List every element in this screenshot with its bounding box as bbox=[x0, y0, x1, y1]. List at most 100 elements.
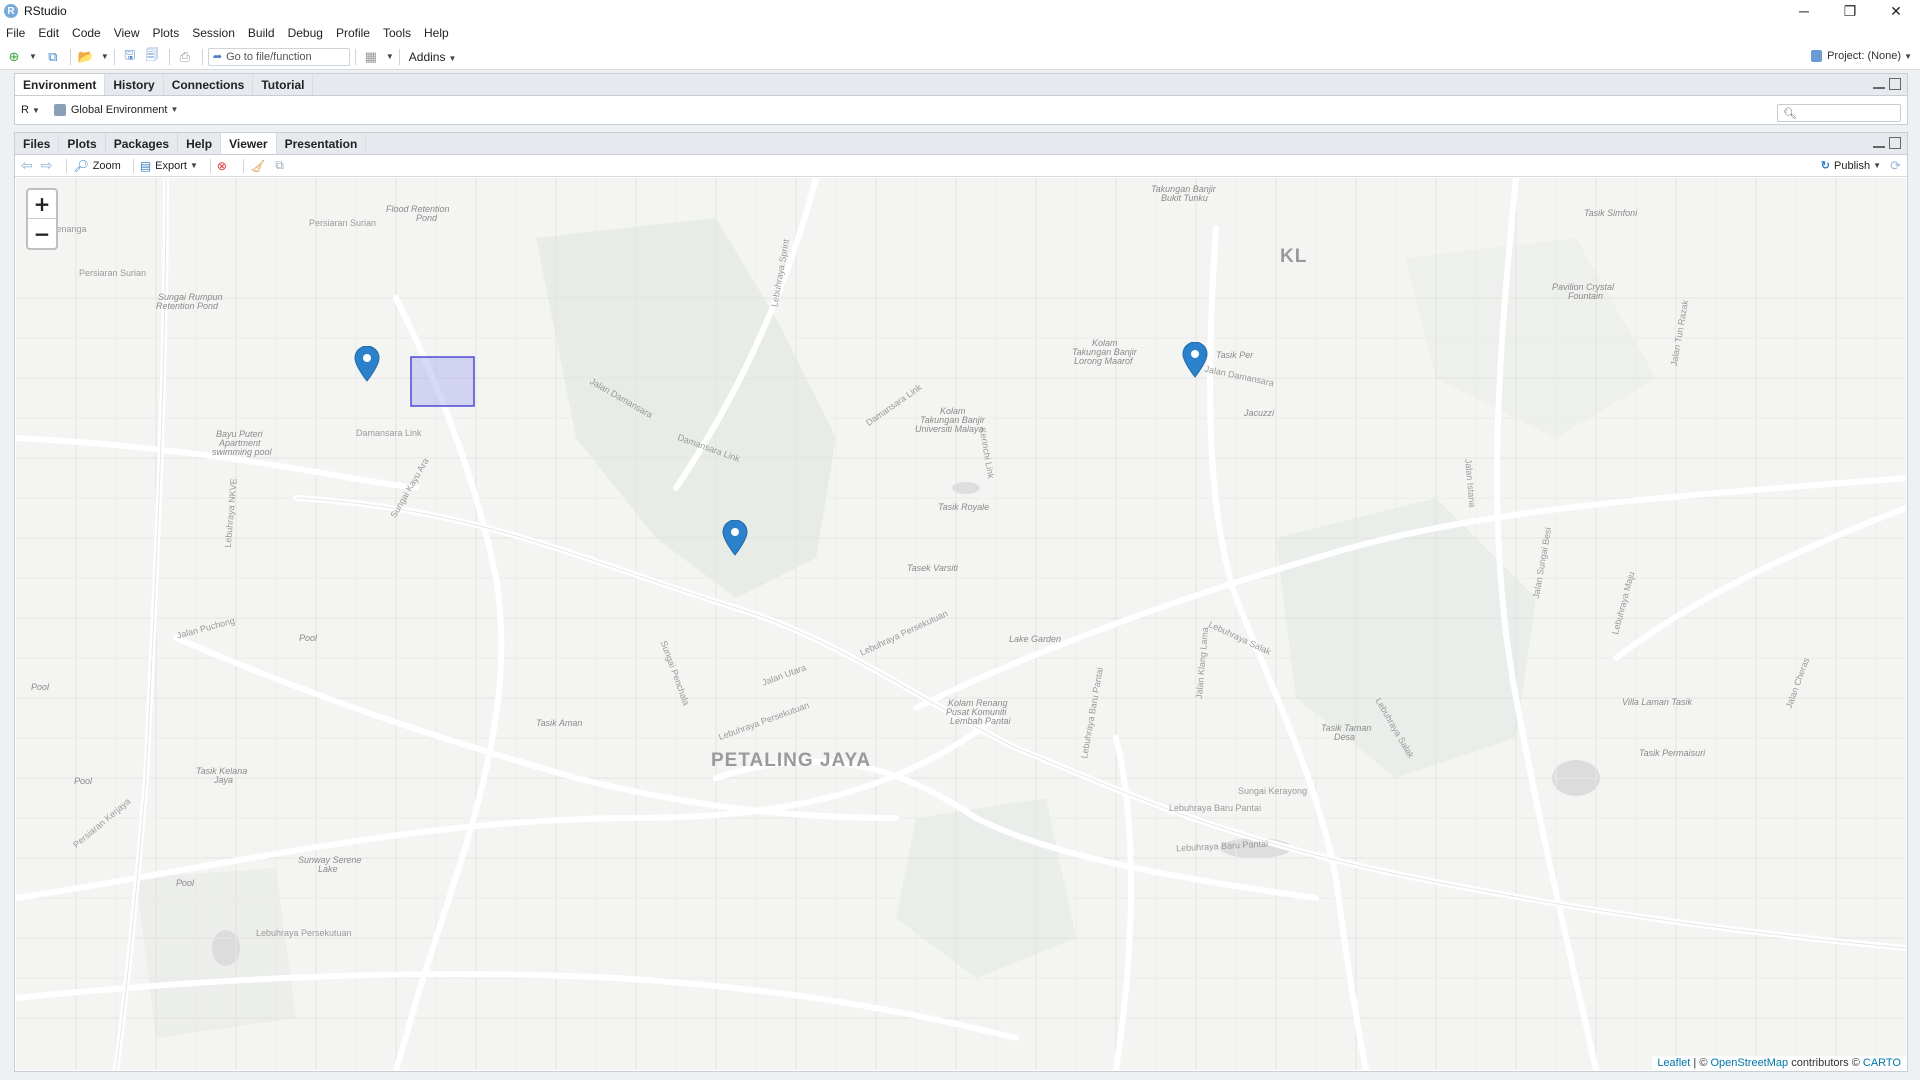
show-in-window-button[interactable]: ⧉ bbox=[275, 158, 288, 173]
map-label: swimming pool bbox=[212, 447, 272, 457]
save-icon[interactable]: 🖫 bbox=[120, 47, 140, 66]
new-file-dropdown-icon[interactable]: ▼ bbox=[29, 52, 37, 61]
tab-environment[interactable]: Environment bbox=[15, 74, 106, 95]
tab-presentation[interactable]: Presentation bbox=[277, 133, 367, 154]
pane-layout-icon[interactable]: ▦ bbox=[361, 48, 381, 66]
map-label: Tasik Aman bbox=[536, 718, 583, 728]
addins-caret-icon: ▼ bbox=[448, 53, 457, 63]
pane-layout-dropdown-icon[interactable]: ▼ bbox=[386, 52, 394, 61]
export-button[interactable]: ▤ Export ▼ bbox=[140, 159, 198, 173]
viewer-pane: Files Plots Packages Help Viewer Present… bbox=[14, 132, 1908, 1072]
open-file-dropdown-icon[interactable]: ▼ bbox=[101, 52, 109, 61]
carto-link[interactable]: CARTO bbox=[1863, 1057, 1901, 1069]
new-project-icon[interactable]: ⧉ bbox=[43, 48, 63, 66]
menu-profile[interactable]: Profile bbox=[336, 26, 370, 40]
back-arrow-icon[interactable]: ⇦ bbox=[21, 157, 33, 174]
map-label: Damansara Link bbox=[356, 428, 422, 438]
map-label: Persiaran Surian bbox=[79, 268, 147, 278]
save-all-icon[interactable]: 🗐 bbox=[142, 47, 162, 66]
new-file-icon[interactable]: ⊕ bbox=[4, 48, 24, 66]
tab-help[interactable]: Help bbox=[178, 133, 222, 154]
restore-button[interactable]: ❐ bbox=[1827, 0, 1873, 22]
toolbar-divider bbox=[113, 48, 115, 65]
map-label: KL bbox=[1280, 246, 1308, 267]
minimize-pane-icon[interactable] bbox=[1873, 143, 1885, 148]
toolbar-divider bbox=[354, 48, 356, 65]
remove-viewer-button[interactable]: ⊗ bbox=[217, 159, 231, 173]
project-menu[interactable]: Project: (None) ▼ bbox=[1811, 50, 1912, 62]
print-icon[interactable]: ⎙ bbox=[175, 48, 195, 66]
tab-connections[interactable]: Connections bbox=[164, 74, 254, 95]
publish-button[interactable]: ↻ Publish ▼ bbox=[1820, 159, 1881, 173]
menu-help[interactable]: Help bbox=[424, 26, 449, 40]
viewer-toolbar: ⇦ ⇨ 🔎︎ Zoom ▤ Export ▼ ⊗ 🧹︎ ⧉ ↻ Publish ▼ ⟳ bbox=[15, 155, 1907, 177]
leaflet-link[interactable]: Leaflet bbox=[1657, 1057, 1690, 1069]
close-button[interactable]: ✕ bbox=[1873, 0, 1919, 22]
new-window-icon: ⧉ bbox=[275, 158, 284, 172]
refresh-icon[interactable]: ⟳ bbox=[1890, 158, 1901, 174]
leaflet-map[interactable]: an Kenanga Persiaran Surian Persiaran Su… bbox=[16, 178, 1906, 1070]
attribution-sep: | © bbox=[1690, 1057, 1711, 1069]
goto-file-placeholder: Go to file/function bbox=[226, 50, 312, 63]
zoom-icon: 🔎︎ bbox=[73, 158, 89, 173]
environment-tabbar: Environment History Connections Tutorial bbox=[15, 74, 1907, 96]
map-zoom-in-button[interactable]: + bbox=[28, 190, 56, 219]
menu-session[interactable]: Session bbox=[192, 26, 235, 40]
map-label: Tasik Per bbox=[1216, 350, 1254, 360]
menu-build[interactable]: Build bbox=[248, 26, 275, 40]
tab-viewer[interactable]: Viewer bbox=[221, 133, 277, 154]
menu-tools[interactable]: Tools bbox=[383, 26, 411, 40]
viewer-tabbar: Files Plots Packages Help Viewer Present… bbox=[15, 133, 1907, 155]
forward-arrow-icon[interactable]: ⇨ bbox=[41, 157, 53, 174]
maximize-pane-icon[interactable] bbox=[1889, 78, 1901, 90]
clear-all-button[interactable]: 🧹︎ bbox=[250, 159, 269, 173]
tab-files[interactable]: Files bbox=[15, 133, 60, 154]
maximize-pane-icon[interactable] bbox=[1889, 137, 1901, 149]
menu-plots[interactable]: Plots bbox=[153, 26, 180, 40]
language-select[interactable]: R ▼ bbox=[21, 104, 40, 116]
project-icon bbox=[1811, 50, 1823, 62]
goto-file-input[interactable]: ➦ Go to file/function bbox=[207, 47, 350, 66]
menu-edit[interactable]: Edit bbox=[38, 26, 59, 40]
map-attribution: Leaflet | © OpenStreetMap contributors ©… bbox=[1652, 1056, 1906, 1070]
map-label: Pond bbox=[416, 213, 438, 223]
menu-code[interactable]: Code bbox=[72, 26, 101, 40]
minimize-button[interactable]: ─ bbox=[1781, 0, 1827, 22]
map-marker-1[interactable] bbox=[354, 346, 380, 382]
map-marker-3[interactable] bbox=[722, 520, 748, 556]
language-label: R bbox=[21, 103, 29, 116]
zoom-button[interactable]: 🔎︎ Zoom bbox=[73, 159, 120, 173]
toolbar-divider bbox=[201, 48, 203, 65]
map-label: Pool bbox=[299, 633, 318, 643]
tab-packages[interactable]: Packages bbox=[106, 133, 179, 154]
map-label: Lebuhraya Baru Pantai bbox=[1169, 803, 1262, 813]
map-label: Retention Pond bbox=[156, 301, 219, 311]
environment-select[interactable]: Global Environment ▼ bbox=[53, 103, 178, 116]
open-file-icon[interactable]: 📂 bbox=[76, 48, 96, 66]
addins-button[interactable]: Addins ▼ bbox=[409, 50, 457, 64]
openstreetmap-link[interactable]: OpenStreetMap bbox=[1710, 1057, 1788, 1069]
environment-search-input[interactable]: 🔍︎ bbox=[1777, 104, 1901, 122]
menu-debug[interactable]: Debug bbox=[288, 26, 323, 40]
addins-label: Addins bbox=[408, 49, 446, 64]
map-zoom-out-button[interactable]: − bbox=[28, 219, 56, 248]
tab-plots[interactable]: Plots bbox=[59, 133, 106, 154]
menu-file[interactable]: File bbox=[6, 26, 25, 40]
publish-label: Publish bbox=[1834, 159, 1871, 172]
publish-icon: ↻ bbox=[1820, 160, 1830, 172]
publish-caret-icon: ▼ bbox=[1873, 161, 1881, 170]
map-label: Persiaran Surian bbox=[309, 218, 377, 228]
tab-tutorial[interactable]: Tutorial bbox=[253, 74, 314, 95]
map-label: Lake bbox=[318, 864, 338, 874]
minimize-pane-icon[interactable] bbox=[1873, 84, 1885, 89]
env-pane-controls bbox=[1873, 78, 1901, 90]
map-label: Tasik Permaisuri bbox=[1639, 748, 1706, 758]
search-icon: 🔍︎ bbox=[1783, 108, 1797, 120]
tab-history[interactable]: History bbox=[105, 74, 164, 95]
toolbar-divider bbox=[69, 48, 71, 65]
map-label: Lake Garden bbox=[1009, 634, 1062, 644]
menu-view[interactable]: View bbox=[114, 26, 140, 40]
map-label: Pool bbox=[31, 682, 50, 692]
map-label: Fountain bbox=[1568, 291, 1604, 301]
project-label: Project: (None) bbox=[1827, 50, 1902, 62]
